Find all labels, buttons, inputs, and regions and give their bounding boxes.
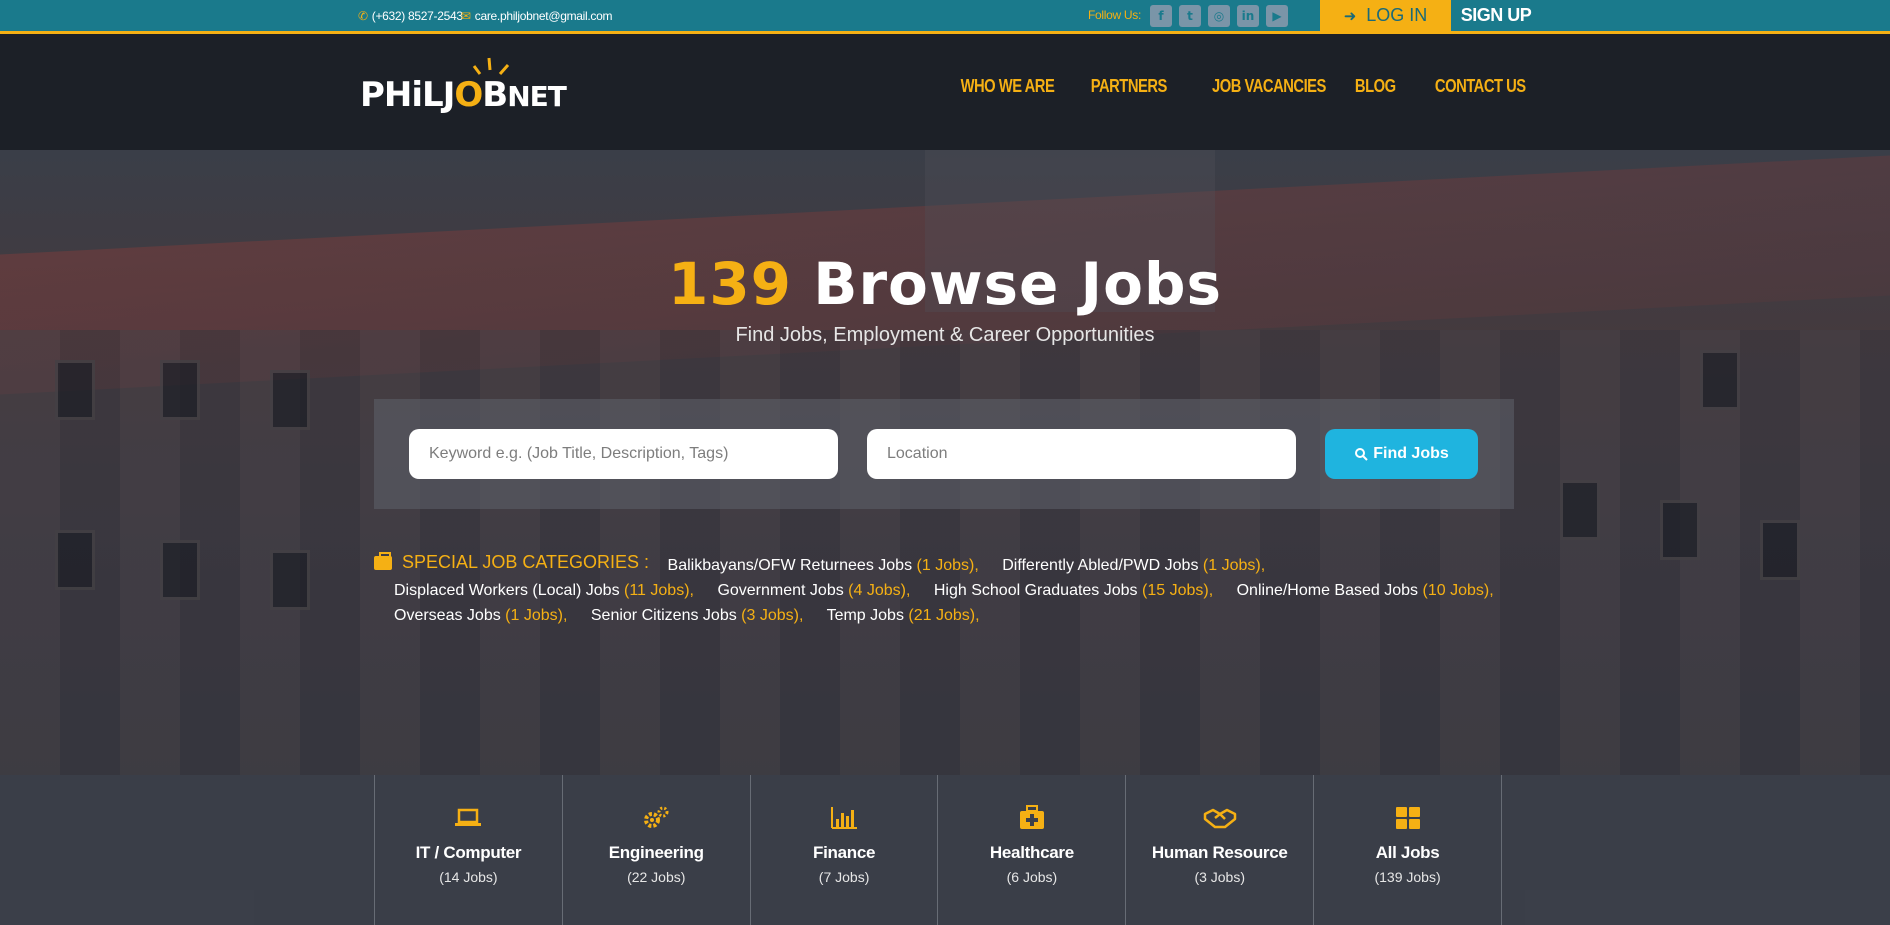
nav-who-we-are[interactable]: WHO WE ARE	[960, 76, 1054, 97]
special-job-categories: SPECIAL JOB CATEGORIES : Balikbayans/OFW…	[374, 550, 1514, 628]
special-category-link[interactable]: Government Jobs (4 Jobs),	[717, 582, 910, 599]
job-count: 139	[667, 250, 793, 318]
special-category-link[interactable]: High School Graduates Jobs (15 Jobs),	[934, 582, 1213, 599]
grid-icon	[1314, 803, 1501, 833]
logo-text-phil: PHiL	[360, 75, 444, 115]
main-nav: WHO WE ARE PARTNERS JOB VACANCIES BLOG C…	[940, 76, 1526, 97]
special-category-link[interactable]: Differently Abled/PWD Jobs (1 Jobs),	[1002, 557, 1265, 574]
facebook-icon[interactable]: f	[1150, 5, 1172, 27]
special-heading-text: SPECIAL JOB CATEGORIES :	[402, 552, 650, 572]
bar-chart-icon	[751, 803, 938, 833]
phone-number: (+632) 8527-2543	[371, 8, 463, 23]
category-all-jobs[interactable]: All Jobs (139 Jobs)	[1313, 775, 1502, 925]
job-category-strip: IT / Computer (14 Jobs) Engineering (22 …	[0, 775, 1890, 925]
category-finance[interactable]: Finance (7 Jobs)	[749, 775, 938, 925]
logo-text-b: B	[482, 75, 508, 115]
search-panel: Find Jobs	[374, 399, 1514, 509]
background-window	[1660, 500, 1700, 560]
background-window	[1700, 350, 1740, 410]
phone-contact[interactable]: ✆ (+632) 8527-2543	[358, 0, 463, 31]
nav-contact-us[interactable]: CONTACT US	[1435, 76, 1526, 97]
logo-text-net: NET	[507, 80, 567, 113]
logo-text-j: J	[442, 75, 456, 115]
linkedin-icon[interactable]: in	[1237, 5, 1259, 27]
signup-button[interactable]: SIGN UP	[1451, 0, 1541, 31]
special-categories-heading: SPECIAL JOB CATEGORIES :	[374, 550, 649, 575]
background-window	[160, 360, 200, 420]
location-input[interactable]	[867, 429, 1296, 479]
youtube-icon[interactable]: ▶	[1266, 5, 1288, 27]
hero-section: 139 Browse Jobs Find Jobs, Employment & …	[0, 150, 1890, 775]
hero-title: 139 Browse Jobs	[0, 250, 1890, 318]
gears-icon	[563, 803, 750, 833]
nav-blog[interactable]: BLOG	[1355, 76, 1396, 97]
find-jobs-label: Find Jobs	[1373, 445, 1449, 462]
site-header: PHiLJOBNET WHO WE ARE PARTNERS JOB VACAN…	[0, 34, 1890, 150]
hero-title-text: Browse Jobs	[813, 250, 1223, 318]
background-window	[1760, 520, 1800, 580]
category-human-resource[interactable]: Human Resource (3 Jobs)	[1125, 775, 1313, 925]
category-engineering[interactable]: Engineering (22 Jobs)	[561, 775, 750, 925]
briefcase-icon	[374, 551, 392, 570]
special-category-link[interactable]: Overseas Jobs (1 Jobs),	[394, 607, 567, 624]
email-contact[interactable]: ✉ care.philjobnet@gmail.com	[461, 0, 612, 31]
hero-subtitle: Find Jobs, Employment & Career Opportuni…	[735, 324, 1155, 346]
special-category-link[interactable]: Balikbayans/OFW Returnees Jobs (1 Jobs),	[668, 557, 979, 574]
follow-us-label: Follow Us:	[1088, 8, 1142, 22]
logo-rays-icon	[472, 57, 510, 75]
site-logo[interactable]: PHiLJOBNET	[360, 57, 567, 130]
twitter-icon[interactable]: t	[1179, 5, 1201, 27]
nav-partners[interactable]: PARTNERS	[1091, 76, 1168, 97]
background-window	[1560, 480, 1600, 540]
sign-in-icon: ➜	[1343, 7, 1357, 25]
handshake-icon	[1126, 803, 1313, 833]
background-window	[55, 530, 95, 590]
envelope-icon: ✉	[461, 8, 471, 23]
background-window	[55, 360, 95, 420]
category-it-computer[interactable]: IT / Computer (14 Jobs)	[374, 775, 562, 925]
special-category-link[interactable]: Online/Home Based Jobs (10 Jobs),	[1237, 582, 1494, 599]
login-label: LOG IN	[1366, 5, 1428, 25]
special-category-link[interactable]: Senior Citizens Jobs (3 Jobs),	[591, 607, 804, 624]
background-window	[270, 550, 310, 610]
special-category-link[interactable]: Displaced Workers (Local) Jobs (11 Jobs)…	[394, 582, 694, 599]
email-address: care.philjobnet@gmail.com	[474, 8, 613, 23]
category-list: IT / Computer (14 Jobs) Engineering (22 …	[374, 775, 1502, 925]
laptop-icon	[375, 803, 562, 833]
social-links: f t ◎ in ▶	[1150, 5, 1288, 27]
nav-job-vacancies[interactable]: JOB VACANCIES	[1212, 76, 1326, 97]
instagram-icon[interactable]: ◎	[1208, 5, 1230, 27]
medkit-icon	[938, 803, 1125, 833]
keyword-input[interactable]	[409, 429, 838, 479]
logo-magnifier-o: O	[454, 75, 483, 115]
top-bar: ✆ (+632) 8527-2543 ✉ care.philjobnet@gma…	[0, 0, 1890, 34]
find-jobs-button[interactable]: Find Jobs	[1325, 429, 1478, 479]
category-healthcare[interactable]: Healthcare (6 Jobs)	[937, 775, 1125, 925]
phone-icon: ✆	[358, 8, 368, 23]
special-category-link[interactable]: Temp Jobs (21 Jobs),	[827, 607, 980, 624]
login-button[interactable]: ➜ LOG IN	[1320, 0, 1451, 31]
background-window	[270, 370, 310, 430]
background-window	[160, 540, 200, 600]
search-icon	[1355, 448, 1368, 461]
